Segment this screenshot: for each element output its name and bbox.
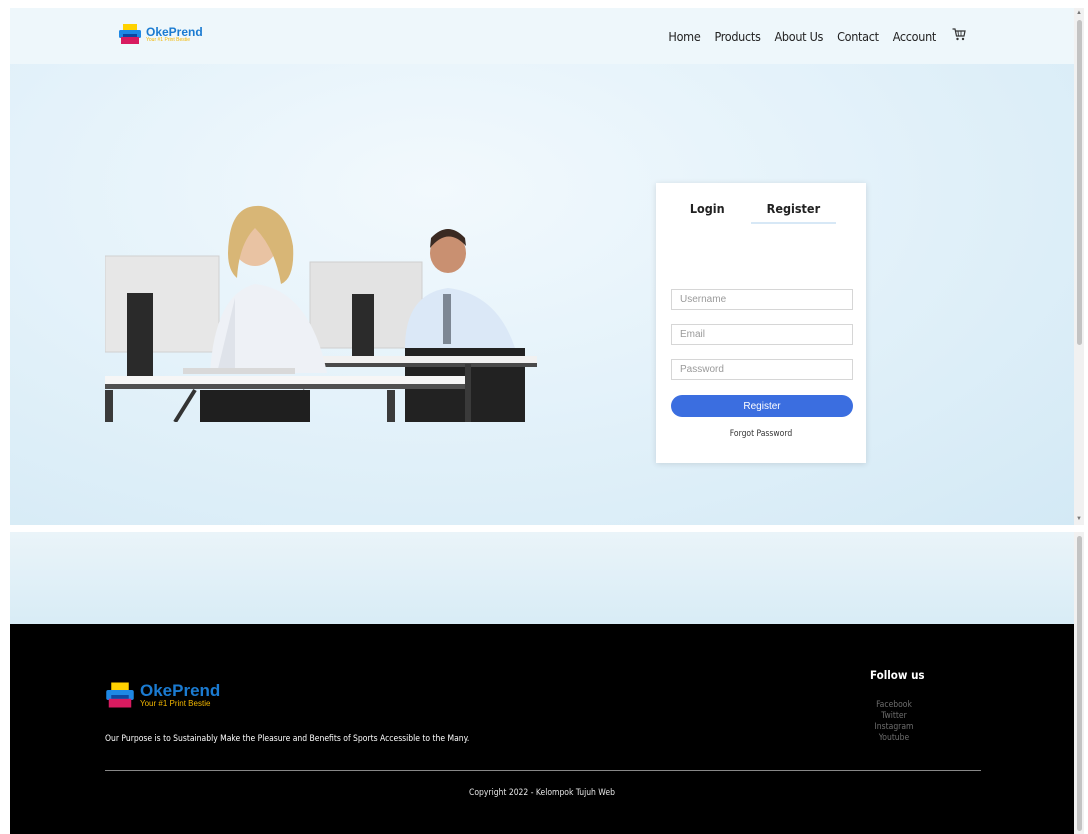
cart-icon[interactable] <box>952 27 966 45</box>
forgot-password-link[interactable]: Forgot Password <box>656 429 866 439</box>
tab-register[interactable]: Register <box>750 201 837 224</box>
site-footer: OkePrend Your #1 Print Bestie Our Purpos… <box>10 624 1074 834</box>
social-links: Facebook Twitter Instagram Youtube <box>858 700 930 744</box>
brand-tagline: Your #1 Print Bestie <box>146 36 191 43</box>
footer-brand-tagline: Your #1 Print Bestie <box>140 699 211 708</box>
scroll-up-arrow-icon[interactable]: ▲ <box>1075 10 1083 16</box>
copyright-text: Copyright 2022 - Kelompok Tujuh Web <box>469 788 615 798</box>
facebook-link[interactable]: Facebook <box>858 700 930 711</box>
email-input[interactable] <box>671 324 853 345</box>
navbar: OkePrend Your #1 Print Bestie Home Produ… <box>10 8 1074 64</box>
tab-login[interactable]: Login <box>686 201 729 224</box>
twitter-link[interactable]: Twitter <box>858 711 930 722</box>
footer-brand-logo[interactable]: OkePrend Your #1 Print Bestie <box>105 680 220 710</box>
footer-brand-name: OkePrend <box>140 681 221 700</box>
username-input[interactable] <box>671 289 853 310</box>
call-center-illustration <box>105 205 537 422</box>
auth-card: Login Register Register Forgot Password <box>656 183 866 463</box>
scroll-down-arrow-icon[interactable]: ▼ <box>1075 516 1083 522</box>
auth-tabs: Login Register <box>656 201 866 224</box>
brand-name: OkePrend <box>146 24 203 39</box>
nav-contact-link[interactable]: Contact <box>837 29 879 44</box>
follow-us-heading: Follow us <box>870 668 925 682</box>
brand-logo[interactable]: OkePrend Your #1 Print Bestie <box>118 22 203 46</box>
instagram-link[interactable]: Instagram <box>858 722 930 733</box>
printer-logo-icon <box>106 682 134 708</box>
main-nav: Home Products About Us Contact Account <box>668 8 966 64</box>
nav-products-link[interactable]: Products <box>714 29 760 44</box>
footer-purpose-text: Our Purpose is to Sustainably Make the P… <box>105 734 470 744</box>
register-button[interactable]: Register <box>671 395 853 417</box>
login-page-screenshot: OkePrend Your #1 Print Bestie Home Produ… <box>10 8 1074 525</box>
nav-account-link[interactable]: Account <box>893 29 937 44</box>
footer-divider <box>105 770 981 771</box>
password-input[interactable] <box>671 359 853 380</box>
hero-bottom-strip <box>10 532 1074 624</box>
footer-screenshot: OkePrend Your #1 Print Bestie Our Purpos… <box>10 532 1074 834</box>
nav-home-link[interactable]: Home <box>668 29 700 44</box>
nav-about-link[interactable]: About Us <box>775 29 824 44</box>
scrollbar-thumb[interactable] <box>1077 20 1082 345</box>
printer-logo-icon <box>119 24 141 44</box>
youtube-link[interactable]: Youtube <box>858 733 930 744</box>
scrollbar-thumb-bottom[interactable] <box>1077 536 1082 831</box>
